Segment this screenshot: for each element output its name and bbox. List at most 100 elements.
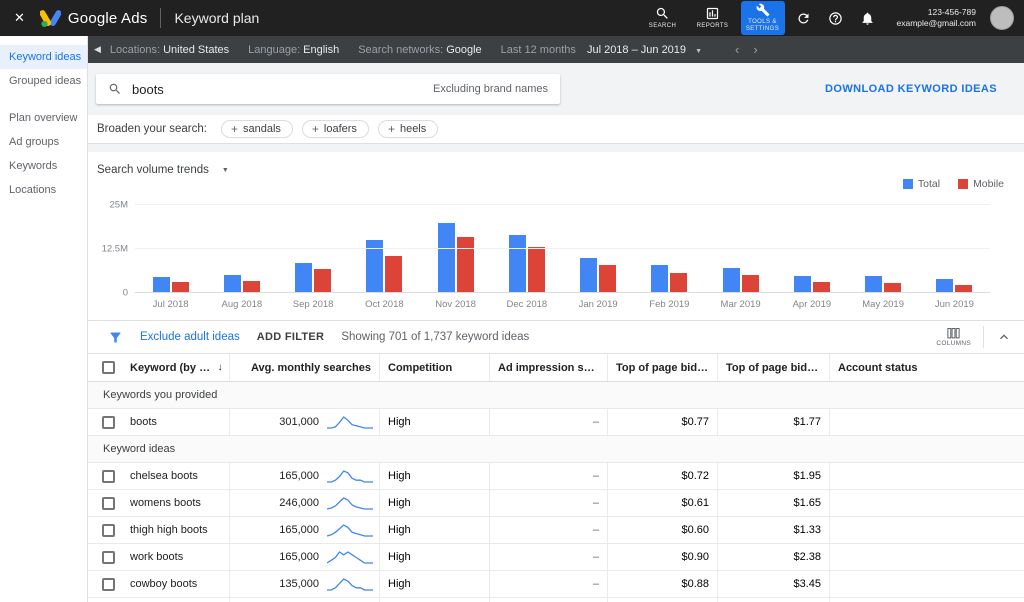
ad-impression-share-cell: – [490,544,608,570]
date-next-icon[interactable]: › [753,42,757,57]
columns-label: COLUMNS [936,340,971,347]
column-header-top-of-page-bid-low-range[interactable]: Top of page bid (low range) [608,354,718,381]
column-header-account-status[interactable]: Account status [830,354,1024,381]
broaden-chip-sandals[interactable]: + sandals [220,120,293,138]
bar-total [437,222,455,293]
table-section-row-keyword-ideas: Keyword ideas [88,436,1024,463]
row-checkbox[interactable] [102,577,115,591]
sidebar-item-plan-overview[interactable]: Plan overview [0,106,87,130]
sidebar-item-ad-groups[interactable]: Ad groups [0,130,87,154]
sidebar-item-keyword-ideas[interactable]: Keyword ideas [0,45,87,69]
table-row-work-boots: work boots 165,000 High – $0.90 $2.38 [88,544,1024,571]
date-range-selector[interactable]: Last 12 months Jul 2018 – Jun 2019 ▼ [501,44,702,56]
row-checkbox[interactable] [102,496,115,510]
row-checkbox[interactable] [102,469,115,483]
bar-total [508,234,526,293]
account-email: example@gmail.com [896,18,977,28]
sidebar-item-locations[interactable]: Locations [0,178,87,202]
avg-monthly-searches-cell: 246,000 [230,490,380,516]
y-axis-label: 0 [122,287,128,299]
x-axis-tick-label: Mar 2019 [720,299,761,310]
search-row: boots Excluding brand names DOWNLOAD KEY… [88,63,1024,115]
download-keyword-ideas-button[interactable]: DOWNLOAD KEYWORD IDEAS [825,83,997,95]
row-checkbox[interactable] [102,415,115,429]
column-header-keyword-by-relevance[interactable]: Keyword (by relevance)↓ [130,354,230,381]
toolbar-setting-search-networks[interactable]: Search networks: Google [358,44,481,56]
search-volume-trends-dropdown[interactable]: Search volume trends ▼ [97,161,229,179]
table-body: Keywords you provided boots 301,000 High – $0… [88,382,1024,602]
google-ads-logo[interactable]: Google Ads [39,9,148,28]
bar-mobile [314,269,332,293]
table-row-thigh-high-boots: thigh high boots 165,000 High – $0.60 $1.33 [88,517,1024,544]
x-axis-tick-label: May 2019 [862,299,904,310]
top-of-page-bid-low-cell: $0.77 [608,409,718,435]
ad-impression-share-cell: – [490,571,608,597]
exclude-adult-ideas-filter[interactable]: Exclude adult ideas [140,331,240,343]
search-trend-sparkline [327,577,373,591]
tools-settings-nav-label: TOOLS & SETTINGS [745,18,780,33]
plan-settings-toolbar: ◀ Locations: United States Language: Englis… [88,36,1024,63]
add-filter-button[interactable]: ADD FILTER [257,331,325,343]
competition-cell: High [380,463,490,489]
search-nav-label: SEARCH [648,22,677,29]
column-header-ad-impression-share[interactable]: Ad impression share [490,354,608,381]
x-axis-tick-label: Feb 2019 [649,299,690,310]
refresh-button[interactable] [791,5,817,31]
legend-total: Total [902,178,940,190]
keyword-cell: boots [130,409,230,435]
search-nav-button[interactable]: SEARCH [641,1,685,35]
x-axis-tick-label: Dec 2018 [506,299,548,310]
gridline-12-5m [135,248,990,249]
reports-nav-button[interactable]: REPORTS [691,1,735,35]
sidebar-section-gap [0,93,87,106]
sidebar-item-grouped-ideas[interactable]: Grouped ideas [0,69,87,93]
avg-monthly-searches-cell: 165,000 [230,463,380,489]
help-button[interactable] [823,5,849,31]
notifications-button[interactable] [855,5,881,31]
sidebar-item-keywords[interactable]: Keywords [0,154,87,178]
search-trend-sparkline [327,523,373,537]
search-icon [656,7,668,19]
date-prev-icon[interactable]: ‹ [735,42,739,57]
chart-bars: Jul 2018 Aug 2018 Sep 2018 Oct 2018 Nov 2018… [135,205,990,310]
ad-impression-share-cell: – [490,517,608,543]
bell-icon [862,12,873,25]
collapse-chevron-up-icon[interactable] [996,329,1012,345]
columns-button[interactable]: COLUMNS [936,327,971,347]
bar-group-mar-2019: Mar 2019 [721,268,761,310]
collapse-panel-icon[interactable]: ◀ [94,44,101,55]
search-input[interactable]: boots [132,82,423,97]
close-icon[interactable]: ✕ [14,10,25,26]
tools-settings-nav-button[interactable]: TOOLS & SETTINGS [740,1,785,35]
sort-descending-icon: ↓ [218,362,221,373]
excluding-brand-names-note[interactable]: Excluding brand names [433,83,548,95]
toolbar-setting-language[interactable]: Language: English [248,44,339,56]
plus-icon: + [230,122,238,136]
bar-group-dec-2018: Dec 2018 [507,234,547,310]
column-header-competition[interactable]: Competition [380,354,490,381]
select-all-checkbox[interactable] [102,361,115,374]
broaden-chip-loafers[interactable]: + loafers [301,120,369,138]
filter-bar: Exclude adult ideas ADD FILTER Showing 7… [88,320,1024,354]
reports-nav-label: REPORTS [696,22,729,29]
avatar[interactable] [990,6,1014,30]
broaden-chip-heels[interactable]: + heels [377,120,439,138]
ad-impression-share-cell: – [490,598,608,602]
row-checkbox[interactable] [102,550,115,564]
toolbar-setting-locations[interactable]: Locations: United States [110,44,229,56]
legend-swatch [902,179,913,189]
top-app-bar: ✕ Google Ads Keyword plan SEARCH REPORTS… [0,0,1024,36]
bar-total [295,263,313,293]
top-of-page-bid-high-cell: $1.33 [718,517,830,543]
column-header-top-of-page-bid-high-range[interactable]: Top of page bid (high range) [718,354,830,381]
row-checkbox[interactable] [102,523,115,537]
reports-icon [706,7,719,19]
keyword-search-box[interactable]: boots Excluding brand names [96,74,560,104]
row-checkbox-cell [88,517,130,543]
top-of-page-bid-low-cell: $0.59 [608,598,718,602]
broaden-search-label: Broaden your search: [97,123,207,135]
account-id: 123-456-789 [927,6,976,17]
bar-total [793,276,811,293]
date-range-label: Last 12 months [500,43,576,56]
column-header-avg-monthly-searches[interactable]: Avg. monthly searches [230,354,380,381]
